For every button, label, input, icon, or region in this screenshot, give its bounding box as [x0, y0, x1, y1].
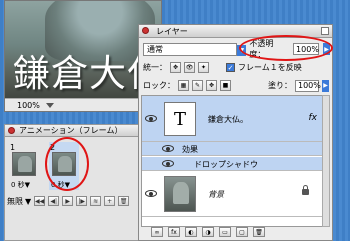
background-thumbnail: [164, 176, 196, 212]
link-layers-icon[interactable]: ∞: [151, 227, 163, 237]
effects-label: 効果: [182, 145, 198, 154]
new-layer-icon[interactable]: ▢: [236, 227, 248, 237]
lock-all-icon[interactable]: ■: [220, 80, 231, 91]
layer-name[interactable]: 鎌倉大仏。: [208, 114, 248, 125]
blend-mode-select[interactable]: 通常 ▼: [143, 42, 247, 56]
lock-move-icon[interactable]: ✥: [206, 80, 217, 91]
layer-mask-icon[interactable]: ◐: [185, 227, 197, 237]
frame-delay[interactable]: 0 秒▼: [11, 180, 30, 190]
unify-position-icon[interactable]: ✥: [170, 62, 181, 73]
play-button[interactable]: ▶: [62, 196, 74, 206]
status-menu-icon[interactable]: [45, 102, 54, 108]
frame-number: 1: [10, 143, 16, 152]
new-group-icon[interactable]: ▭: [219, 227, 231, 237]
effects-row[interactable]: 効果: [142, 142, 323, 156]
animation-palette-titlebar[interactable]: アニメーション（フレーム）: [5, 125, 150, 137]
palette-menu-icon[interactable]: [321, 27, 329, 35]
tween-button[interactable]: ≋: [90, 196, 102, 206]
propagate-frame-label: フレーム１を反映: [238, 63, 302, 72]
next-frame-button[interactable]: |▶: [76, 196, 88, 206]
animation-palette: アニメーション（フレーム） 1 0 秒▼ 2 0 秒▼ 無限 ▼ ◀◀ ◀| ▶ …: [4, 124, 151, 241]
layers-footer: ∞ fx ◐ ◑ ▭ ▢ 🗑: [143, 226, 330, 238]
eye-icon[interactable]: [145, 115, 157, 122]
drop-shadow-row[interactable]: ドロップシャドウ: [142, 157, 323, 171]
drop-shadow-label: ドロップシャドウ: [194, 160, 258, 169]
close-icon[interactable]: [142, 27, 149, 34]
animation-controls: 無限 ▼ ◀◀ ◀| ▶ |▶ ≋ + 🗑: [7, 195, 149, 207]
zoom-level[interactable]: 100%: [17, 101, 40, 110]
lock-paint-icon[interactable]: ✎: [192, 80, 203, 91]
new-frame-button[interactable]: +: [104, 196, 116, 206]
unify-label: 統一：: [143, 63, 167, 72]
propagate-frame-checkbox[interactable]: ✓: [226, 63, 235, 72]
fill-input[interactable]: 100%: [295, 79, 321, 92]
frame-thumbnail: [12, 152, 36, 176]
layer-list: T 鎌倉大仏。 fx 効果 ドロップシャドウ 背景: [141, 95, 324, 227]
layer-list-scrollbar[interactable]: [322, 95, 330, 227]
delete-layer-icon[interactable]: 🗑: [253, 227, 265, 237]
eye-icon[interactable]: [162, 160, 174, 167]
lock-label: ロック：: [143, 81, 175, 90]
layer-name[interactable]: 背景: [208, 189, 224, 200]
fill-arrow-icon[interactable]: ▶: [322, 79, 329, 92]
animation-palette-title: アニメーション（フレーム）: [19, 126, 123, 135]
text-layer-thumbnail: T: [164, 102, 196, 136]
annotation-circle-opacity: [239, 35, 333, 61]
layers-palette-title: レイヤー: [156, 26, 188, 36]
layer-row-text[interactable]: T 鎌倉大仏。 fx: [142, 96, 323, 142]
lock-transparency-icon[interactable]: ▦: [178, 80, 189, 91]
delete-frame-button[interactable]: 🗑: [118, 196, 130, 206]
loop-select[interactable]: 無限 ▼: [7, 196, 31, 207]
unify-style-icon[interactable]: ✦: [198, 62, 209, 73]
adjustment-layer-icon[interactable]: ◑: [202, 227, 214, 237]
eye-icon[interactable]: [145, 190, 157, 197]
eye-icon[interactable]: [162, 145, 174, 152]
fx-icon[interactable]: fx: [309, 113, 318, 123]
layers-palette: レイヤー 通常 ▼ 不透明度： 100% ▶ 統一： ✥ 👁 ✦ ✓ フレーム１…: [138, 24, 333, 241]
layer-style-icon[interactable]: fx: [168, 227, 180, 237]
lock-icon: [302, 185, 309, 195]
lock-fill-row: ロック： ▦ ✎ ✥ ■ 塗り： 100% ▶: [143, 79, 330, 92]
layer-row-background[interactable]: 背景: [142, 171, 323, 217]
fill-label: 塗り：: [268, 81, 292, 90]
frame-1[interactable]: 1 0 秒▼: [9, 142, 39, 190]
unify-row: 統一： ✥ 👁 ✦ ✓ フレーム１を反映: [143, 61, 330, 74]
annotation-circle-frame: [45, 137, 89, 191]
unify-visibility-icon[interactable]: 👁: [184, 62, 195, 73]
previous-frame-button[interactable]: ◀|: [48, 196, 60, 206]
close-icon[interactable]: [8, 127, 15, 134]
first-frame-button[interactable]: ◀◀: [34, 196, 46, 206]
